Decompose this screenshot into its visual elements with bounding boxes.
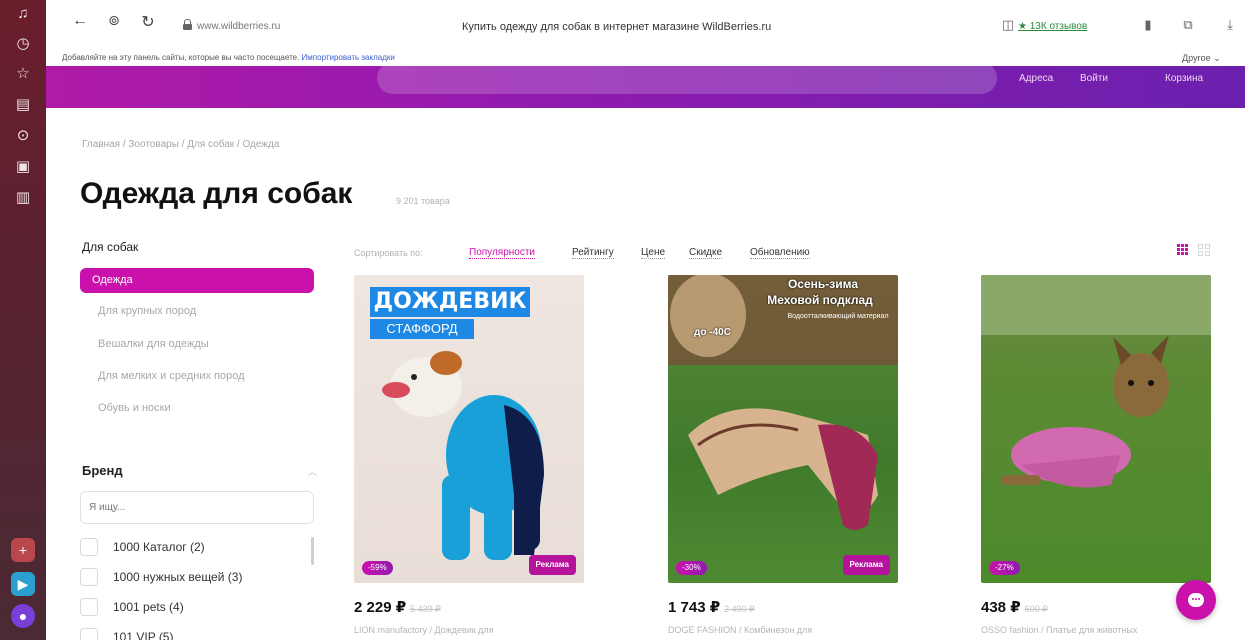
brand-option-label: 1000 Каталог (2)	[113, 540, 205, 554]
chevron-up-icon[interactable]: ︿	[308, 465, 317, 478]
checkbox[interactable]	[80, 568, 98, 586]
sort-price[interactable]: Цене	[641, 247, 666, 259]
category-item[interactable]: Для крупных пород	[98, 305, 196, 317]
large-grid-view-icon[interactable]	[1198, 244, 1210, 256]
brand-option[interactable]: 1000 нужных вещей (3)	[80, 566, 310, 588]
promo-subtitle: СТАФФОРД	[370, 319, 474, 339]
ad-badge: Реклама	[842, 555, 890, 575]
price-current: 2 229 ₽	[354, 599, 407, 616]
sort-updated[interactable]: Обновлению	[750, 247, 810, 259]
bell-icon[interactable]: ♫	[13, 4, 33, 24]
promo-note: Водоотталкивающий материал	[787, 313, 889, 320]
brand-option[interactable]: 1000 Каталог (2)	[80, 536, 310, 558]
bookmark-icon[interactable]: ▮	[1140, 17, 1156, 33]
reload-icon[interactable]: ↻	[138, 12, 158, 32]
clock-icon[interactable]: ◷	[13, 34, 33, 54]
brand-option[interactable]: 101 VIP (5)	[80, 626, 310, 640]
discount-badge: -59%	[362, 561, 393, 575]
sort-discount[interactable]: Скидке	[689, 247, 723, 259]
sort-label: Сортировать по:	[354, 248, 423, 258]
lock-icon	[183, 19, 192, 30]
promo-title: ДОЖДЕВИК	[370, 287, 530, 317]
address-bar[interactable]: www.wildberries.ru	[197, 21, 280, 32]
header-link-cart[interactable]: Корзина	[1165, 73, 1203, 84]
collections-icon[interactable]: ▤	[13, 95, 33, 115]
download-icon[interactable]: ⤓	[1222, 17, 1238, 33]
price-old: 5 439 ₽	[410, 604, 441, 614]
home-icon[interactable]: ⊚	[104, 12, 124, 29]
product-title[interactable]: DOGE FASHION / Комбинезон для	[668, 625, 898, 635]
product-title[interactable]: OSSO fashion / Платье для животных	[981, 625, 1181, 635]
play-icon[interactable]: ⊙	[13, 126, 33, 146]
import-bookmarks-link[interactable]: Импортировать закладки	[302, 53, 395, 62]
price-current: 1 743 ₽	[668, 599, 721, 616]
bookmarks-hint-text: Добавляйте на эту панель сайты, которые …	[62, 53, 300, 62]
category-title[interactable]: Для собак	[82, 240, 138, 254]
browser-sidebar: ♫ ◷ ☆ ▤ ⊙ ▣ ▥ + ▶ ●	[0, 0, 46, 640]
category-item[interactable]: Обувь и носки	[98, 402, 171, 414]
brand-filter-title[interactable]: Бренд	[82, 463, 123, 478]
app-icon[interactable]: ▶	[11, 572, 35, 596]
page-title-bar: Купить одежду для собак в интернет магаз…	[462, 21, 772, 33]
site-search-bar[interactable]	[377, 62, 997, 94]
category-item-active[interactable]: Одежда	[80, 268, 314, 293]
brand-option[interactable]: 1001 pets (4)	[80, 596, 310, 618]
brand-search-input[interactable]	[80, 491, 314, 524]
star-icon[interactable]: ☆	[13, 64, 33, 84]
chat-button[interactable]	[1176, 580, 1216, 620]
promo-subtitle: Меховой подклад	[767, 293, 873, 307]
discount-badge: -27%	[989, 561, 1020, 575]
category-item[interactable]: Для мелких и средних пород	[98, 370, 245, 382]
downloads-icon[interactable]: ▥	[13, 188, 33, 208]
header-link-addresses[interactable]: Адреса	[1019, 73, 1053, 84]
product-image[interactable]: -27%	[981, 275, 1211, 583]
reader-icon[interactable]: ◫	[1000, 17, 1016, 33]
product-price: 438 ₽600 ₽	[981, 598, 1048, 616]
product-price: 2 229 ₽5 439 ₽	[354, 598, 441, 616]
brand-list-scrollbar[interactable]	[311, 537, 314, 565]
product-image[interactable]: Осень-зима Меховой подклад Водоотталкива…	[668, 275, 898, 583]
category-item[interactable]: Вешалки для одежды	[98, 338, 209, 350]
add-icon[interactable]: +	[11, 538, 35, 562]
grid-view-icon[interactable]	[1177, 244, 1188, 255]
brand-option-label: 1000 нужных вещей (3)	[113, 570, 243, 584]
brand-option-label: 101 VIP (5)	[113, 630, 174, 640]
checkbox[interactable]	[80, 628, 98, 640]
header-link-login[interactable]: Войти	[1080, 73, 1108, 84]
price-old: 2 490 ₽	[724, 604, 755, 614]
price-current: 438 ₽	[981, 599, 1021, 616]
reviews-link[interactable]: ★ 13К отзывов	[1018, 21, 1087, 32]
temperature-badge: до -40С	[694, 327, 731, 338]
brand-option-label: 1001 pets (4)	[113, 600, 184, 614]
discount-badge: -30%	[676, 561, 707, 575]
site-header: Адреса Войти Корзина	[46, 62, 1245, 108]
price-old: 600 ₽	[1024, 604, 1048, 614]
page-title: Одежда для собак	[80, 177, 353, 210]
product-price: 1 743 ₽2 490 ₽	[668, 598, 755, 616]
breadcrumb[interactable]: Главная / Зоотовары / Для собак / Одежда	[82, 139, 279, 150]
ad-badge: Реклама	[528, 555, 576, 575]
calendar-icon[interactable]: ▣	[13, 157, 33, 177]
product-count: 9 201 товара	[396, 196, 450, 206]
bookmarks-bar-hint: Добавляйте на эту панель сайты, которые …	[62, 53, 395, 62]
other-bookmarks[interactable]: Другое ⌄	[1182, 53, 1221, 64]
promo-title: Осень-зима	[787, 277, 859, 291]
checkbox[interactable]	[80, 598, 98, 616]
app-icon-2[interactable]: ●	[11, 604, 35, 628]
dog-dress-illustration	[981, 275, 1211, 488]
dog-overall-illustration	[668, 275, 898, 530]
product-image[interactable]: ДОЖДЕВИК СТАФФОРД -59% Реклама	[354, 275, 584, 583]
extensions-icon[interactable]: ⧉	[1180, 17, 1196, 33]
sort-popularity[interactable]: Популярности	[469, 247, 536, 259]
product-title[interactable]: LION manufactory / Дождевик для	[354, 625, 584, 635]
sort-rating[interactable]: Рейтингу	[572, 247, 614, 259]
checkbox[interactable]	[80, 538, 98, 556]
back-icon[interactable]: ←	[70, 12, 90, 30]
